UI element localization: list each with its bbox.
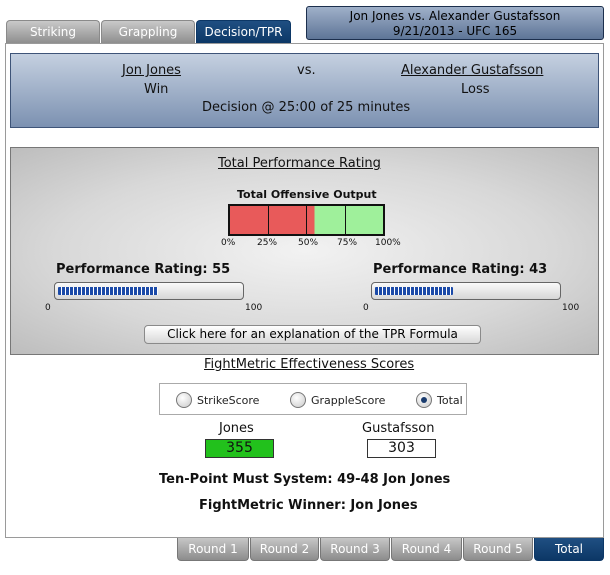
tab-round-4[interactable]: Round 4 (391, 538, 462, 561)
bar-max-label: 100 (245, 303, 263, 313)
fighter2-performance-bar (371, 282, 561, 300)
meter-segment (345, 206, 383, 234)
bar-min-label: 0 (363, 303, 369, 313)
tab-round-5[interactable]: Round 5 (463, 538, 533, 561)
effectiveness-title: FightMetric Effectiveness Scores (204, 357, 415, 372)
tab-round-2[interactable]: Round 2 (250, 538, 319, 561)
tab-grappling[interactable]: Grappling (101, 20, 195, 43)
total-label[interactable]: Total (437, 394, 463, 407)
tab-round-3[interactable]: Round 3 (320, 538, 390, 561)
tpr-title: Total Performance Rating (218, 156, 381, 171)
meter-tick: 75% (337, 238, 358, 248)
strikescore-radio[interactable] (176, 392, 192, 408)
tpr-panel: Total Performance Rating Total Offensive… (10, 147, 599, 355)
ten-point-result: Ten-Point Must System: 49-48 Jon Jones (159, 472, 451, 487)
bar-min-label: 0 (45, 303, 51, 313)
fight-title: Jon Jones vs. Alexander Gustafsson (349, 9, 561, 23)
fight-date-event: 9/21/2013 - UFC 165 (392, 24, 518, 38)
score-type-selector: StrikeScore GrappleScore Total (159, 383, 467, 415)
decision-method: Decision @ 25:00 of 25 minutes (202, 100, 411, 115)
meter-tick: 0% (221, 238, 236, 248)
fighter2-score-name: Gustafsson (362, 421, 435, 436)
meter-tick: 25% (257, 238, 278, 248)
strikescore-label[interactable]: StrikeScore (197, 394, 259, 407)
fighter1-score: 355 (205, 439, 274, 458)
fighter1-performance-bar (54, 282, 244, 300)
fighter1-performance-fill (58, 287, 159, 295)
fighter2-performance-fill (375, 287, 454, 295)
fighter2-performance-label: Performance Rating: 43 (373, 262, 548, 277)
meter-tick: 100% (375, 238, 401, 248)
fighter1-performance-label: Performance Rating: 55 (56, 262, 231, 277)
grapplescore-radio[interactable] (290, 392, 306, 408)
offensive-output-meter (228, 204, 385, 236)
meter-segment (230, 206, 269, 234)
grapplescore-label[interactable]: GrappleScore (311, 394, 385, 407)
fightmetric-winner: FightMetric Winner: Jon Jones (199, 498, 418, 513)
result-panel: Jon Jones vs. Alexander Gustafsson Win L… (10, 53, 599, 128)
vs-label: vs. (297, 63, 316, 78)
fight-header: Jon Jones vs. Alexander Gustafsson 9/21/… (306, 6, 604, 40)
output-label: Total Offensive Output (237, 188, 377, 201)
tpr-explanation-button[interactable]: Click here for an explanation of the TPR… (144, 325, 481, 344)
tab-round-1[interactable]: Round 1 (177, 538, 249, 561)
fighter2-name[interactable]: Alexander Gustafsson (401, 63, 543, 78)
meter-segment (307, 206, 346, 234)
tab-decision-tpr[interactable]: Decision/TPR (196, 20, 291, 43)
fighter2-score: 303 (367, 439, 436, 458)
tab-striking[interactable]: Striking (6, 20, 100, 43)
meter-segment (268, 206, 307, 234)
tab-total[interactable]: Total (534, 538, 604, 561)
fighter1-result: Win (144, 82, 169, 97)
meter-tick: 50% (298, 238, 319, 248)
total-radio[interactable] (416, 392, 432, 408)
bar-max-label: 100 (562, 303, 580, 313)
fighter1-score-name: Jones (219, 421, 254, 436)
fighter1-name[interactable]: Jon Jones (122, 63, 181, 78)
fighter2-result: Loss (461, 82, 490, 97)
